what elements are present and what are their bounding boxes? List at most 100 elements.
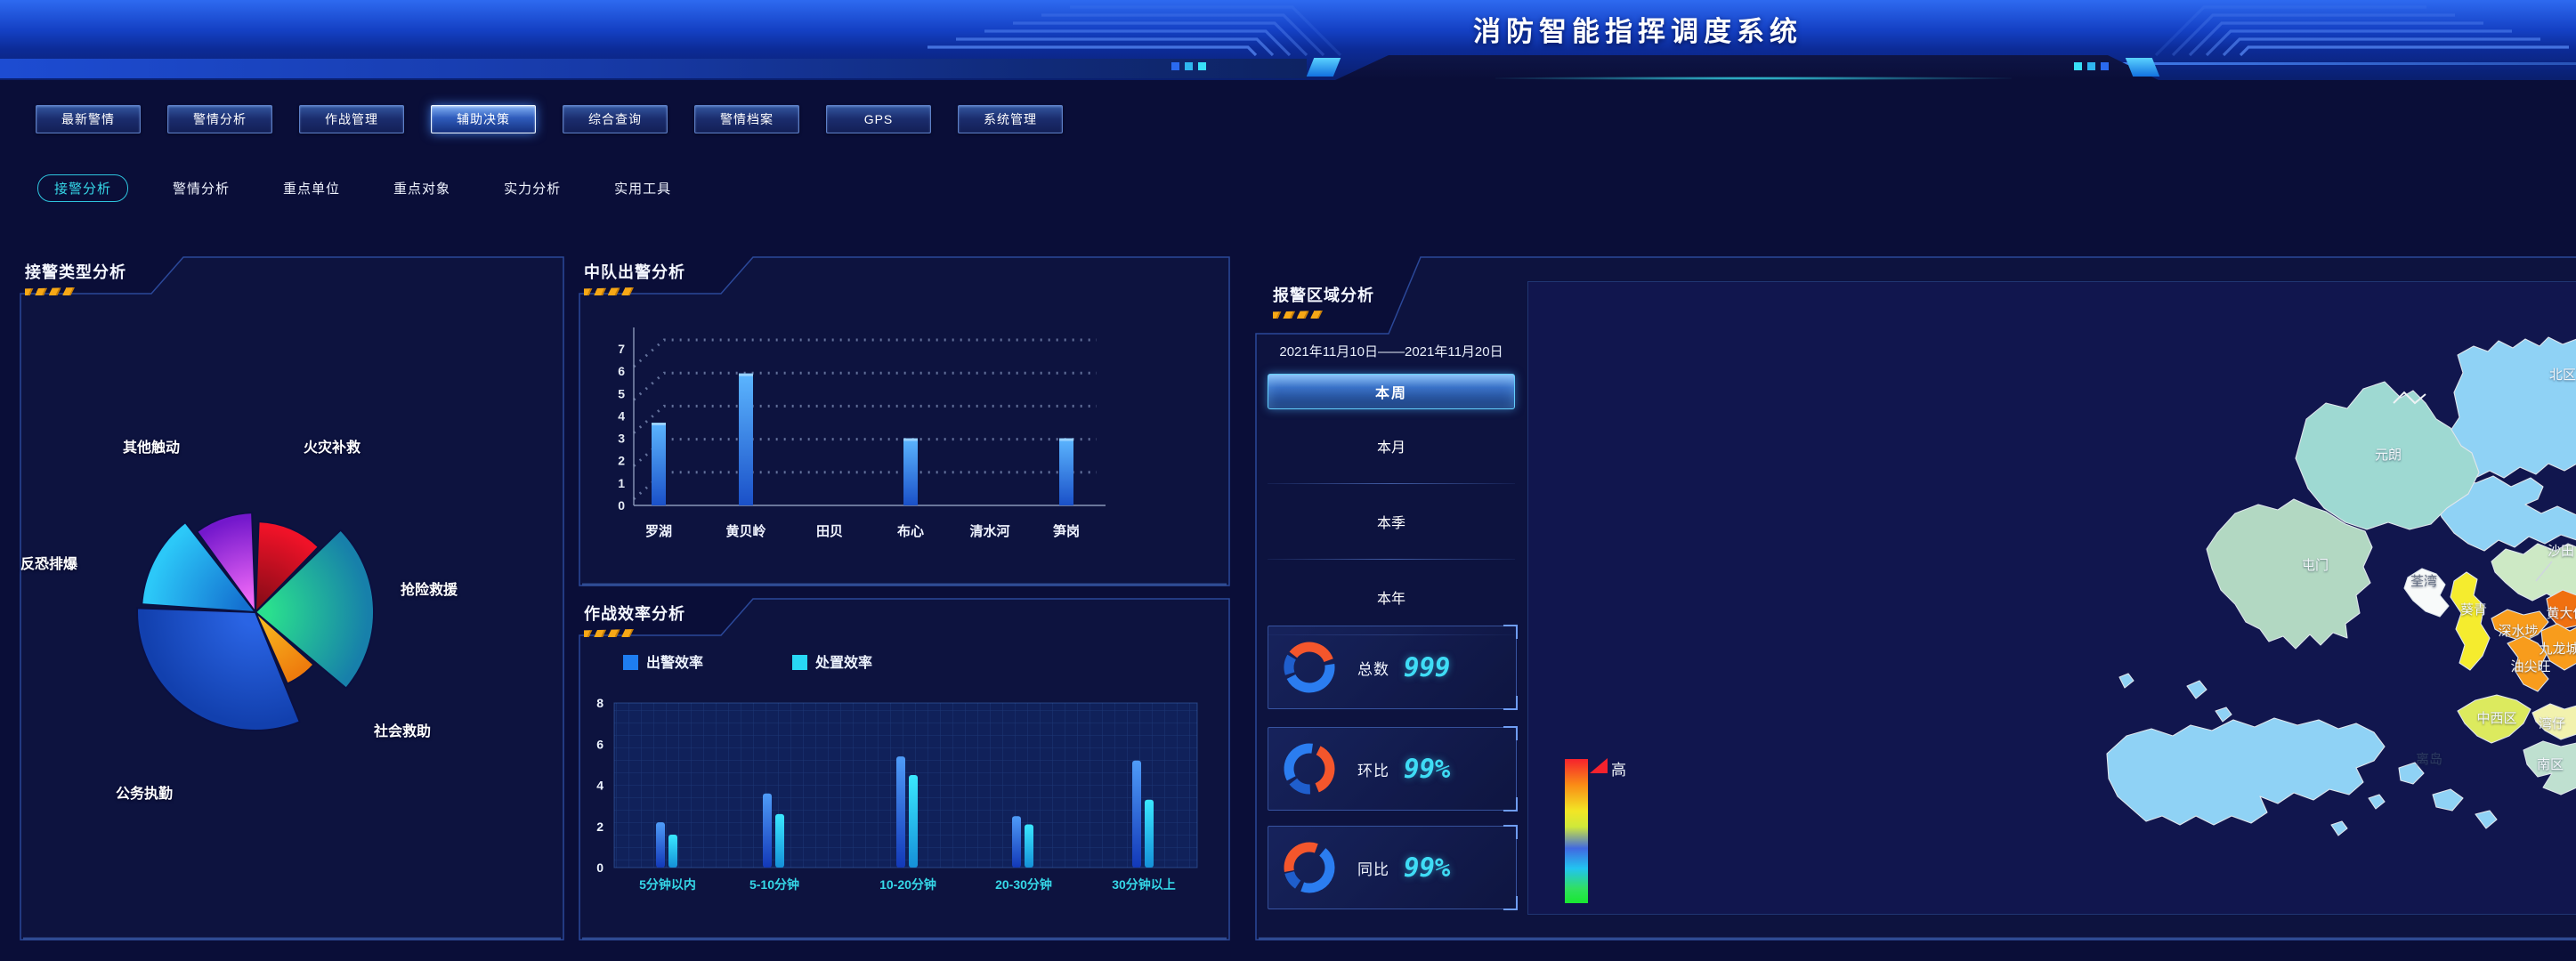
x-axis-label: 布心: [897, 523, 924, 539]
bar-0-2[interactable]: [896, 756, 905, 868]
squad-bar-chart: 01234567罗湖黄贝岭田贝布心清水河笋岗: [579, 256, 1230, 587]
map-district-label-荃湾: 荃湾: [2410, 574, 2437, 589]
period-button-1[interactable]: 本月: [1268, 429, 1515, 463]
hongkong-district-map: 北区元朗屯门沙田荃湾葵青深水埗黄大仙九龙城油尖旺中西区湾仔南区离岛: [1528, 282, 2576, 915]
gridline: [634, 340, 1097, 367]
header-step-line: [2173, 15, 2455, 55]
gridline: [634, 440, 1097, 466]
panel-combat-efficiency-analysis: 作战效率分析 出警效率处置效率024685分钟以内5-10分钟10-20分钟20…: [579, 598, 1230, 941]
header-glow-line: [1495, 77, 2012, 80]
legend-swatch-1[interactable]: [792, 655, 807, 670]
x-axis-label: 笋岗: [1053, 523, 1080, 539]
bar-1-3[interactable]: [1025, 824, 1033, 868]
bar-0-4[interactable]: [1132, 761, 1141, 868]
x-axis-label: 清水河: [969, 523, 1009, 539]
main-nav-item-0[interactable]: 最新警情: [36, 105, 141, 133]
bar-布心[interactable]: [903, 439, 918, 505]
main-nav-item-3[interactable]: 辅助决策: [431, 105, 536, 133]
main-nav-item-6[interactable]: GPS: [826, 105, 931, 133]
header-dots-right: [2074, 62, 2109, 70]
y-axis-tick: 7: [618, 342, 625, 356]
bar-0-0[interactable]: [656, 822, 665, 868]
main-nav-item-2[interactable]: 作战管理: [299, 105, 404, 133]
main-nav-item-7[interactable]: 系统管理: [958, 105, 1063, 133]
bar-笋岗[interactable]: [1059, 439, 1073, 505]
map-district-label-沙田: 沙田: [2548, 544, 2574, 559]
pie-label-2: 社会救助: [374, 719, 431, 740]
stat-value: 99%: [1404, 754, 1450, 784]
stat-card-0: 总数999: [1268, 626, 1517, 709]
stat-card-2: 同比99%: [1268, 826, 1517, 909]
y-axis-tick: 6: [596, 737, 603, 751]
pie-label-5: 其他触动: [123, 435, 180, 456]
y-axis-tick: 1: [618, 476, 625, 490]
pie-label-1: 抢险救援: [401, 577, 458, 599]
x-axis-label: 田贝: [816, 524, 843, 539]
map-district-label-中西区: 中西区: [2476, 711, 2516, 726]
stat-donut-icon: [1281, 639, 1338, 696]
header-band: [0, 55, 2576, 80]
panel-title: 报警区域分析: [1273, 287, 1374, 304]
bar-0-3[interactable]: [1012, 816, 1021, 868]
x-axis-label: 20-30分钟: [995, 877, 1052, 892]
gridline: [634, 472, 1097, 499]
hazard-stripes-icon: [1273, 311, 1323, 319]
header-accent-left: [1307, 58, 1341, 77]
panel-squad-dispatch-analysis: 中队出警分析 01234567罗湖黄贝岭田贝布心清水河笋岗: [579, 256, 1230, 587]
sub-nav-item-2[interactable]: 重点单位: [274, 175, 349, 201]
period-selector: 本周本月本季本年: [1268, 374, 1515, 656]
header: 消防智能指挥调度系统: [0, 0, 2576, 80]
map-district-葵青[interactable]: [2450, 572, 2490, 670]
stat-donut-icon: [1281, 839, 1338, 896]
main-nav: 最新警情警情分析作战管理辅助决策综合查询警情档案 GPS 系统管理: [36, 105, 1063, 133]
stat-card-1: 环比99%: [1268, 727, 1517, 811]
map-heat-legend-bar: [1565, 759, 1588, 903]
sub-nav-item-3[interactable]: 重点对象: [385, 175, 459, 201]
header-dots-left: [1171, 62, 1206, 70]
bar-1-2[interactable]: [909, 775, 918, 868]
header-step-line: [2240, 47, 2569, 55]
bar-0-1[interactable]: [763, 794, 772, 868]
pie-label-0: 火灾补救: [304, 435, 360, 456]
y-axis-tick: 4: [596, 779, 603, 793]
map-district-label-离岛: 离岛: [2416, 752, 2442, 767]
bar-罗湖[interactable]: [652, 423, 666, 505]
main-nav-item-4[interactable]: 综合查询: [563, 105, 668, 133]
legend-swatch-0[interactable]: [623, 655, 638, 670]
x-axis-label: 黄贝岭: [725, 523, 766, 539]
sub-nav-item-1[interactable]: 警情分析: [164, 175, 239, 201]
map-district-label-湾仔: 湾仔: [2539, 716, 2565, 731]
header-step-line: [928, 47, 1256, 55]
period-button-2[interactable]: 本季: [1268, 505, 1515, 538]
gridline: [634, 406, 1097, 432]
sub-nav-item-5[interactable]: 实用工具: [605, 175, 680, 201]
y-axis-tick: 8: [596, 696, 603, 710]
y-axis-tick: 5: [618, 386, 625, 400]
bar-1-0[interactable]: [668, 835, 677, 868]
gridline: [634, 373, 1097, 400]
stat-label: 总数: [1357, 657, 1389, 679]
sub-nav-item-4[interactable]: 实力分析: [495, 175, 570, 201]
y-axis-tick: 0: [596, 860, 603, 875]
x-axis-label: 10-20分钟: [879, 877, 936, 892]
header-right-line: [2118, 62, 2576, 65]
y-axis-tick: 3: [618, 432, 625, 446]
sub-nav-item-0[interactable]: 接警分析: [37, 174, 128, 202]
y-axis-tick: 2: [618, 454, 625, 468]
stat-label: 同比: [1357, 857, 1389, 879]
y-axis-tick: 6: [618, 364, 625, 378]
period-button-3[interactable]: 本年: [1268, 580, 1515, 614]
x-axis-label: 5-10分钟: [749, 877, 799, 892]
map-district-label-深水埗: 深水埗: [2498, 624, 2538, 639]
map-district-label-屯门: 屯门: [2302, 558, 2329, 573]
period-button-0[interactable]: 本周: [1268, 374, 1515, 409]
main-nav-item-5[interactable]: 警情档案: [694, 105, 799, 133]
bar-1-1[interactable]: [775, 814, 784, 868]
legend-label-0: 出警效率: [646, 654, 703, 671]
bar-1-4[interactable]: [1145, 800, 1154, 868]
legend-label-1: 处置效率: [814, 654, 872, 671]
main-nav-item-1[interactable]: 警情分析: [167, 105, 272, 133]
map-district-label-九龙城: 九龙城: [2539, 642, 2576, 657]
bar-黄贝岭[interactable]: [739, 374, 753, 505]
stat-donut-icon: [1281, 740, 1338, 797]
